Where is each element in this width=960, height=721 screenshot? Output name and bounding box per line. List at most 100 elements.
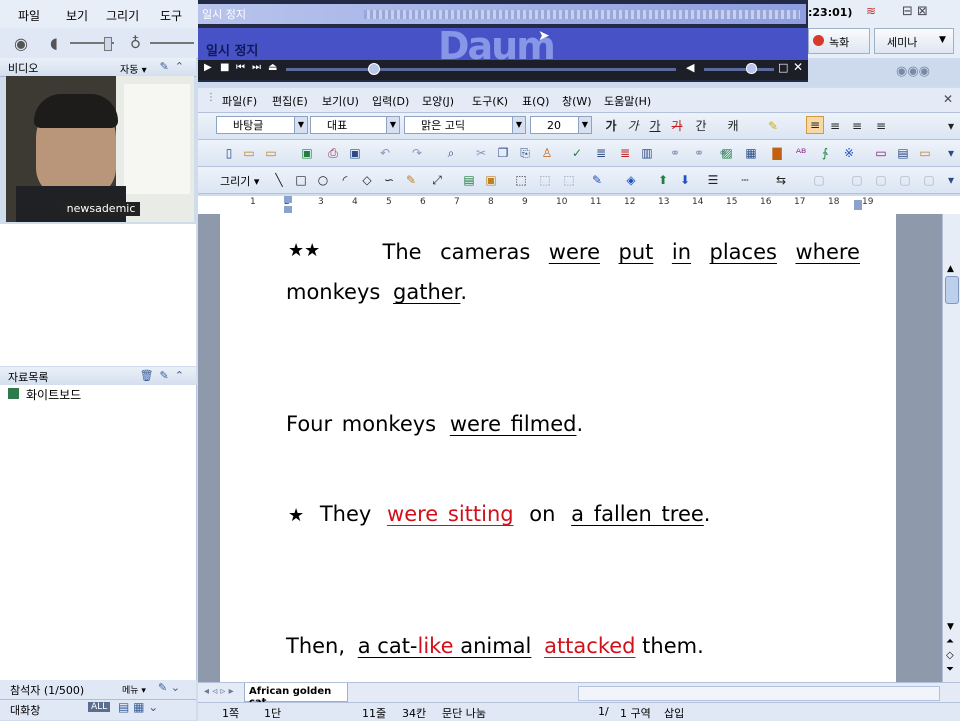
print-icon[interactable]: ⎙ bbox=[326, 146, 340, 160]
player-seek-bar[interactable] bbox=[286, 68, 676, 71]
align-justify-button[interactable]: ≡ bbox=[806, 116, 824, 134]
scroll-up-icon[interactable]: ▲ bbox=[947, 264, 954, 274]
vertical-scrollbar[interactable]: ▲ ▼ ⏶ ◇ ⏷ bbox=[942, 214, 960, 682]
wp-menu-view[interactable]: 보기(U) bbox=[322, 93, 359, 109]
pencil-tool-icon[interactable]: ✎ bbox=[404, 173, 418, 187]
menu-tools[interactable]: 도구 bbox=[160, 7, 182, 24]
record-button[interactable]: 녹화 bbox=[808, 28, 870, 54]
close-icon[interactable]: ✕ bbox=[793, 60, 803, 74]
horizontal-scrollbar[interactable] bbox=[578, 686, 940, 701]
player-seek-thumb[interactable] bbox=[368, 63, 380, 75]
bookmark-icon[interactable]: ⚭ bbox=[692, 146, 706, 160]
document-page[interactable]: ★★ The cameras were put in places where … bbox=[220, 214, 896, 682]
arc-tool-icon[interactable]: ◜ bbox=[338, 173, 352, 187]
left-indent-marker[interactable] bbox=[284, 196, 292, 203]
wp-menu-edit[interactable]: 편집(E) bbox=[272, 93, 308, 109]
char-shape-icon[interactable]: 캐 bbox=[726, 119, 740, 133]
undo-icon[interactable]: ↶ bbox=[378, 146, 392, 160]
next-page-icon[interactable]: ⏷ bbox=[946, 664, 954, 675]
restore-icon[interactable]: □ bbox=[778, 61, 788, 74]
select-object-icon[interactable]: ⬚ bbox=[514, 173, 528, 187]
chat-all-badge[interactable]: ALL bbox=[88, 702, 111, 712]
materials-panel-icons[interactable]: 🗑✎⌃ bbox=[140, 369, 190, 382]
fill-color-icon[interactable]: ◈ bbox=[624, 173, 638, 187]
participants-menu[interactable]: 메뉴 ▾ bbox=[122, 683, 146, 696]
underline-icon[interactable]: 가 bbox=[648, 119, 662, 133]
chart-icon[interactable]: ▇ bbox=[770, 146, 784, 160]
panel-pin-icon[interactable]: ✎⌃ bbox=[160, 60, 190, 73]
right-indent-marker[interactable] bbox=[854, 200, 862, 210]
status-insert-mode[interactable]: 삽입 bbox=[664, 705, 684, 721]
minimize-restore-icons[interactable]: ⊟ ⊠ bbox=[902, 4, 928, 19]
line-style-icon[interactable]: ┄ bbox=[738, 173, 752, 187]
text-box-icon[interactable]: ▭ bbox=[874, 146, 888, 160]
image-frame-icon[interactable]: ▣ bbox=[484, 173, 498, 187]
line-color-icon[interactable]: ✎ bbox=[590, 173, 604, 187]
note-icon[interactable]: ▭ bbox=[918, 146, 932, 160]
format-painter-icon[interactable]: ♙ bbox=[540, 146, 554, 160]
formula-icon[interactable]: ∱ bbox=[818, 146, 832, 160]
webcam-icon[interactable]: ◉ bbox=[14, 34, 28, 53]
prev-page-icon[interactable]: ⏶ bbox=[946, 636, 954, 647]
wp-window-buttons[interactable]: ◉◉◉ bbox=[896, 64, 930, 79]
player-volume-thumb[interactable] bbox=[746, 63, 757, 74]
prev-icon[interactable]: ⏮ bbox=[236, 62, 245, 73]
font-combo[interactable]: 맑은 고딕 ▼ bbox=[404, 116, 526, 134]
ungroup-icon[interactable]: ⬚ bbox=[562, 173, 576, 187]
distribute-icon[interactable]: ▢ bbox=[898, 173, 912, 187]
first-line-indent-marker[interactable] bbox=[284, 206, 292, 213]
save-icon[interactable]: ▣ bbox=[300, 146, 314, 160]
play-icon[interactable]: ▶ bbox=[204, 62, 212, 73]
font-color-icon[interactable]: 간 bbox=[694, 119, 708, 133]
columns-icon[interactable]: ▥ bbox=[640, 146, 654, 160]
draw-menu-button[interactable]: 그리기 ▾ bbox=[220, 173, 259, 189]
toolbar-overflow-icon[interactable]: ▾ bbox=[944, 173, 958, 187]
tab-african-golden-cat[interactable]: African golden cat bbox=[244, 683, 348, 708]
italic-icon[interactable]: 가 bbox=[626, 119, 640, 133]
memo-icon[interactable]: ▤ bbox=[896, 146, 910, 160]
paragraph-icon[interactable]: ≣ bbox=[594, 146, 608, 160]
bold-icon[interactable]: 가 bbox=[604, 119, 618, 133]
speaker-icon[interactable]: ◖ bbox=[50, 34, 58, 52]
align-objects-icon[interactable]: ▢ bbox=[874, 173, 888, 187]
wp-menu-help[interactable]: 도움말(H) bbox=[604, 93, 651, 109]
microphone-icon[interactable]: ♁ bbox=[130, 34, 141, 52]
strikethrough-icon[interactable]: 가 bbox=[670, 119, 684, 133]
align-right-icon[interactable]: ≡ bbox=[874, 119, 888, 133]
horizontal-ruler[interactable]: 12345678910111213141516171819 bbox=[198, 196, 960, 215]
chat-tool-icons[interactable]: ▤ ▦ ⌄ bbox=[118, 700, 158, 714]
bring-front-icon[interactable]: ⬆ bbox=[656, 173, 670, 187]
picture-icon[interactable]: ▨ bbox=[720, 146, 734, 160]
group-icon[interactable]: ⬚ bbox=[538, 173, 552, 187]
redo-icon[interactable]: ↷ bbox=[410, 146, 424, 160]
stop-icon[interactable]: ■ bbox=[220, 62, 229, 73]
wp-menu-format[interactable]: 모양(J) bbox=[422, 93, 454, 109]
open-recent-icon[interactable]: ▭ bbox=[264, 146, 278, 160]
open-folder-icon[interactable]: ▭ bbox=[242, 146, 256, 160]
rotate-icon[interactable]: ▢ bbox=[922, 173, 936, 187]
menu-draw[interactable]: 그리기 bbox=[106, 7, 139, 24]
scrollbar-thumb[interactable] bbox=[945, 276, 959, 304]
connector-tool-icon[interactable]: ⤢ bbox=[430, 173, 444, 187]
send-back-icon[interactable]: ⬇ bbox=[678, 173, 692, 187]
player-volume-bar[interactable] bbox=[704, 68, 774, 71]
paste-icon[interactable]: ⎘ bbox=[518, 146, 532, 160]
table-icon[interactable]: ▦ bbox=[744, 146, 758, 160]
spellcheck-icon[interactable]: ✓ bbox=[570, 146, 584, 160]
line-tool-icon[interactable]: ╲ bbox=[272, 173, 286, 187]
rectangle-tool-icon[interactable]: □ bbox=[294, 173, 308, 187]
arrow-style-icon[interactable]: ⇆ bbox=[774, 173, 788, 187]
language-combo[interactable]: 대표 ▼ bbox=[310, 116, 400, 134]
font-size-combo[interactable]: 20 ▼ bbox=[530, 116, 592, 134]
materials-item-whiteboard[interactable]: 화이트보드 bbox=[26, 386, 81, 403]
mic-volume-slider[interactable] bbox=[150, 42, 194, 44]
speaker-volume-thumb[interactable] bbox=[104, 37, 112, 51]
wp-menu-tools[interactable]: 도구(K) bbox=[472, 93, 508, 109]
copy-icon[interactable]: ❐ bbox=[496, 146, 510, 160]
shadow-icon[interactable]: ▢ bbox=[812, 173, 826, 187]
eject-icon[interactable]: ⏏ bbox=[268, 62, 277, 73]
highlight-icon[interactable]: ✎ bbox=[766, 119, 780, 133]
polygon-tool-icon[interactable]: ◇ bbox=[360, 173, 374, 187]
3d-icon[interactable]: ▢ bbox=[850, 173, 864, 187]
preview-icon[interactable]: ▣ bbox=[348, 146, 362, 160]
